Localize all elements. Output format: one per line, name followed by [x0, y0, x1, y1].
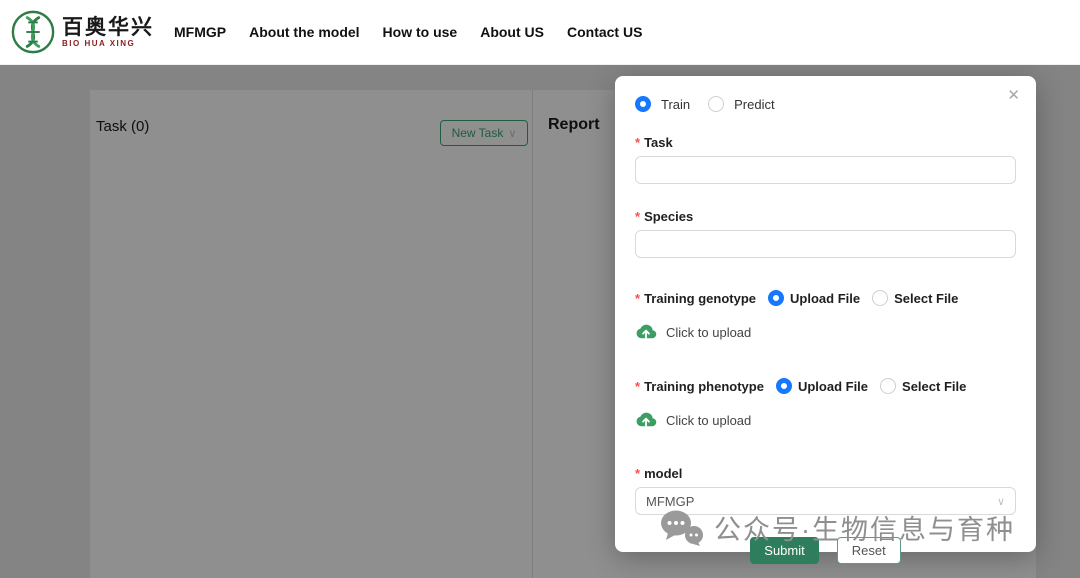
cloud-upload-icon	[636, 412, 657, 430]
nav-item-about-the-model[interactable]: About the model	[249, 24, 359, 40]
nav-item-about-us[interactable]: About US	[480, 24, 544, 40]
phenotype-upload-text: Click to upload	[666, 412, 752, 428]
train-radio-label[interactable]: Train	[661, 97, 690, 112]
phenotype-select-file-radio[interactable]	[880, 378, 897, 394]
header: 百奥华兴 BIO HUA XING MFMGP About the model …	[0, 0, 1080, 65]
phenotype-select-file-label[interactable]: Select File	[902, 379, 966, 394]
close-icon[interactable]: ✕	[1007, 88, 1020, 103]
model-field-label: * model	[635, 465, 1016, 481]
mode-radio-group: Train Predict	[635, 94, 1016, 114]
task-input[interactable]	[635, 156, 1016, 184]
nav-item-contact-us[interactable]: Contact US	[567, 24, 642, 40]
genotype-select-file-radio[interactable]	[872, 290, 889, 306]
main-nav: MFMGP About the model How to use About U…	[174, 24, 642, 40]
nav-item-how-to-use[interactable]: How to use	[383, 24, 458, 40]
chevron-down-icon: ∨	[996, 495, 1005, 508]
training-phenotype-row: * Training phenotype Upload File Select …	[635, 376, 1016, 396]
genotype-upload-text: Click to upload	[666, 324, 752, 340]
dna-logo-icon	[11, 10, 55, 54]
training-genotype-row: * Training genotype Upload File Select F…	[635, 288, 1016, 308]
modal-footer: Submit Reset	[635, 537, 1016, 564]
training-genotype-label: Training genotype	[644, 290, 757, 306]
required-mark: *	[635, 465, 641, 481]
genotype-select-file-label[interactable]: Select File	[894, 291, 958, 306]
required-mark: *	[635, 134, 641, 150]
species-field-label: * Species	[635, 208, 1016, 224]
new-task-modal: ✕ Train Predict * Task * Species * Train…	[615, 76, 1036, 564]
logo-subtitle: BIO HUA XING	[62, 38, 136, 48]
model-select-value: MFMGP	[646, 493, 695, 509]
genotype-upload-file-label[interactable]: Upload File	[790, 291, 860, 306]
model-select[interactable]: MFMGP ∨	[635, 487, 1016, 515]
predict-radio-label[interactable]: Predict	[734, 97, 774, 112]
species-label-text: Species	[644, 208, 694, 224]
genotype-upload-button[interactable]: Click to upload	[635, 321, 1016, 343]
train-radio[interactable]	[635, 96, 651, 112]
phenotype-upload-button[interactable]: Click to upload	[635, 409, 1016, 431]
model-label-text: model	[644, 465, 683, 481]
phenotype-upload-file-label[interactable]: Upload File	[798, 379, 868, 394]
genotype-upload-file-radio[interactable]	[768, 290, 785, 306]
task-label-text: Task	[644, 134, 673, 150]
nav-item-mfmgp[interactable]: MFMGP	[174, 24, 226, 40]
cloud-upload-icon	[636, 324, 657, 342]
species-input[interactable]	[635, 230, 1016, 258]
reset-button[interactable]: Reset	[836, 537, 901, 564]
submit-button[interactable]: Submit	[750, 537, 819, 564]
required-mark: *	[635, 290, 641, 306]
required-mark: *	[635, 378, 641, 394]
predict-radio[interactable]	[708, 96, 725, 112]
logo-title: 百奥华兴	[62, 14, 154, 39]
phenotype-upload-file-radio[interactable]	[775, 378, 792, 394]
required-mark: *	[635, 208, 641, 224]
training-phenotype-label: Training phenotype	[644, 378, 764, 394]
logo[interactable]: 百奥华兴 BIO HUA XING	[10, 9, 154, 55]
task-field-label: * Task	[635, 134, 1016, 150]
